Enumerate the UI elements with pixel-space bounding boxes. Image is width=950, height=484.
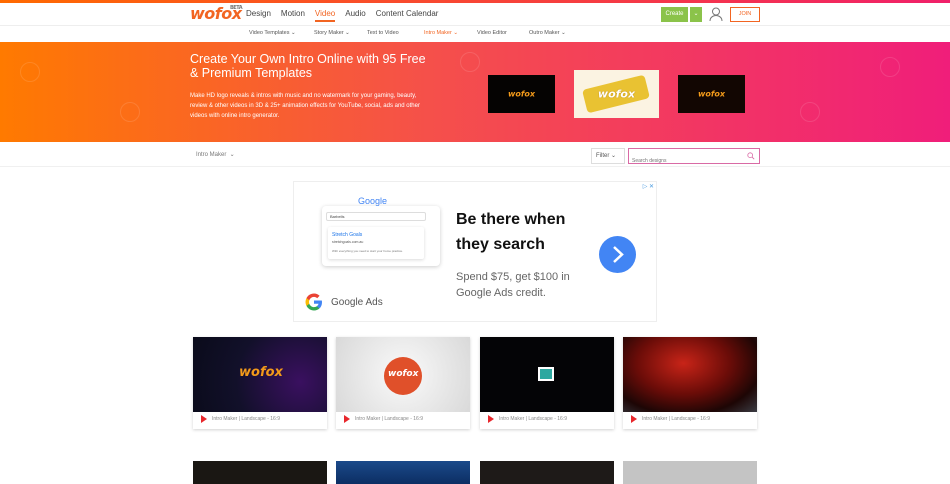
ad-headline: Be there when they search (456, 211, 566, 253)
ad-arrow-button[interactable] (599, 236, 636, 273)
ad-brand-label: Google Ads (331, 296, 383, 308)
ad-mock-result-desc: With everything you need to start your h… (332, 249, 404, 253)
search-input[interactable] (629, 154, 744, 168)
template-thumbnail[interactable] (193, 461, 327, 484)
banner-thumbnail[interactable]: wofox (488, 75, 555, 113)
filter-label: Filter (596, 153, 610, 159)
chevron-right-icon (613, 246, 624, 263)
search-icon[interactable] (747, 152, 755, 160)
template-card[interactable]: wofox Intro Maker | Landscape - 16:9 (336, 337, 470, 429)
banner-description: Make HD logo reveals & intros with music… (190, 93, 420, 119)
banner-title: Create Your Own Intro Online with 95 Fre… (190, 52, 426, 80)
template-thumbnail[interactable] (623, 337, 757, 412)
template-thumbnail[interactable] (336, 461, 470, 484)
thumbnail-logo: wofox (597, 87, 636, 101)
main-navbar: wofox BETA Design Motion Video Audio Cont… (0, 3, 950, 25)
decor-circle (800, 102, 820, 122)
ad-subtext: Spend $75, get $100 in Google Ads credit… (456, 271, 570, 299)
google-ad[interactable]: ▷ ✕ Google Barbells Stretch Goals stretc… (293, 181, 657, 322)
play-icon[interactable] (201, 415, 207, 423)
category-label: Intro Maker (196, 152, 227, 158)
decor-circle (880, 57, 900, 77)
filter-button[interactable]: Filter ⌄ (591, 148, 625, 164)
google-g-icon (305, 293, 322, 311)
decor-circle (460, 52, 480, 72)
ad-brand: Google Ads (304, 292, 383, 312)
subnav-story-maker[interactable]: Story Maker ⌄ (314, 30, 350, 36)
template-card[interactable]: Intro Maker | Landscape - 16:9 (623, 337, 757, 429)
thumbnail-logo: wofox (697, 89, 726, 99)
menu-design[interactable]: Design (246, 9, 271, 22)
logo-box (538, 367, 554, 381)
subnav-label: Intro Maker (424, 30, 452, 36)
subnav-video-editor[interactable]: Video Editor (477, 30, 507, 36)
play-icon[interactable] (488, 415, 494, 423)
subnav-label: Story Maker (314, 30, 344, 36)
template-caption: Intro Maker | Landscape - 16:9 (344, 415, 423, 423)
ad-mock-search-bar: Barbells (326, 212, 426, 221)
template-caption: Intro Maker | Landscape - 16:9 (201, 415, 280, 423)
template-thumbnail[interactable]: wofox (336, 337, 470, 412)
ad-illustration: Google Barbells Stretch Goals stretchgoa… (316, 196, 446, 286)
template-thumbnail[interactable] (623, 461, 757, 484)
caption-text: Intro Maker | Landscape - 16:9 (499, 416, 568, 422)
beta-badge: BETA (230, 5, 243, 11)
create-button[interactable]: Create (661, 7, 688, 22)
template-caption: Intro Maker | Landscape - 16:9 (488, 415, 567, 423)
template-caption: Intro Maker | Landscape - 16:9 (631, 415, 710, 423)
banner-thumbnail[interactable]: wofox (678, 75, 745, 113)
subnav-label: Outro Maker (529, 30, 560, 36)
user-icon[interactable] (708, 6, 724, 22)
main-menu: Design Motion Video Audio Content Calend… (246, 9, 438, 22)
play-icon[interactable] (631, 415, 637, 423)
ad-mock-result: Stretch Goals stretchgoals.com.au With e… (328, 227, 424, 259)
wofox-logo[interactable]: wofox BETA (190, 4, 243, 23)
menu-audio[interactable]: Audio (345, 9, 365, 22)
play-icon[interactable] (344, 415, 350, 423)
create-dropdown-toggle[interactable]: ⌄ (690, 7, 702, 22)
subnav-label: Video Templates (249, 30, 290, 36)
menu-content-calendar[interactable]: Content Calendar (376, 9, 439, 22)
template-thumbnail[interactable] (480, 461, 614, 484)
filter-bar: Intro Maker ⌄ Filter ⌄ (0, 143, 950, 168)
decor-circle (120, 102, 140, 122)
subnav-text-to-video[interactable]: Text to Video (367, 30, 399, 36)
template-thumbnail[interactable] (480, 337, 614, 412)
adchoices-icon[interactable]: ▷ ✕ (643, 183, 654, 190)
menu-motion[interactable]: Motion (281, 9, 305, 22)
template-card[interactable]: wofox Intro Maker | Landscape - 16:9 (193, 337, 327, 429)
search-box (628, 148, 760, 168)
subnav-intro-maker[interactable]: Intro Maker ⌄ (424, 30, 458, 36)
ad-mock-result-title: Stretch Goals (332, 232, 363, 238)
thumbnail-logo: wofox (507, 89, 536, 99)
ad-mock-google-wordmark: Google (358, 196, 388, 206)
template-card[interactable]: Intro Maker | Landscape - 16:9 (480, 337, 614, 429)
logo-circle: wofox (384, 357, 422, 395)
menu-video[interactable]: Video (314, 9, 336, 22)
thumbnail-logo: wofox (388, 369, 419, 379)
thumbnail-logo: wofox (239, 365, 283, 380)
subnav-outro-maker[interactable]: Outro Maker ⌄ (529, 30, 566, 36)
caption-text: Intro Maker | Landscape - 16:9 (355, 416, 424, 422)
template-thumbnail[interactable]: wofox (193, 337, 327, 412)
join-button[interactable]: JOIN (730, 7, 760, 22)
banner-thumbnail[interactable]: wofox (574, 70, 659, 118)
hero-banner: Create Your Own Intro Online with 95 Fre… (0, 42, 950, 142)
caption-text: Intro Maker | Landscape - 16:9 (212, 416, 281, 422)
chevron-down-icon: ⌄ (693, 11, 699, 17)
category-dropdown[interactable]: Intro Maker ⌄ (196, 151, 235, 158)
ad-mock-result-url: stretchgoals.com.au (332, 240, 364, 244)
subnav-video-templates[interactable]: Video Templates ⌄ (249, 30, 296, 36)
sub-navbar: Video Templates ⌄ Story Maker ⌄ Text to … (0, 25, 950, 41)
caption-text: Intro Maker | Landscape - 16:9 (642, 416, 711, 422)
decor-circle (20, 62, 40, 82)
